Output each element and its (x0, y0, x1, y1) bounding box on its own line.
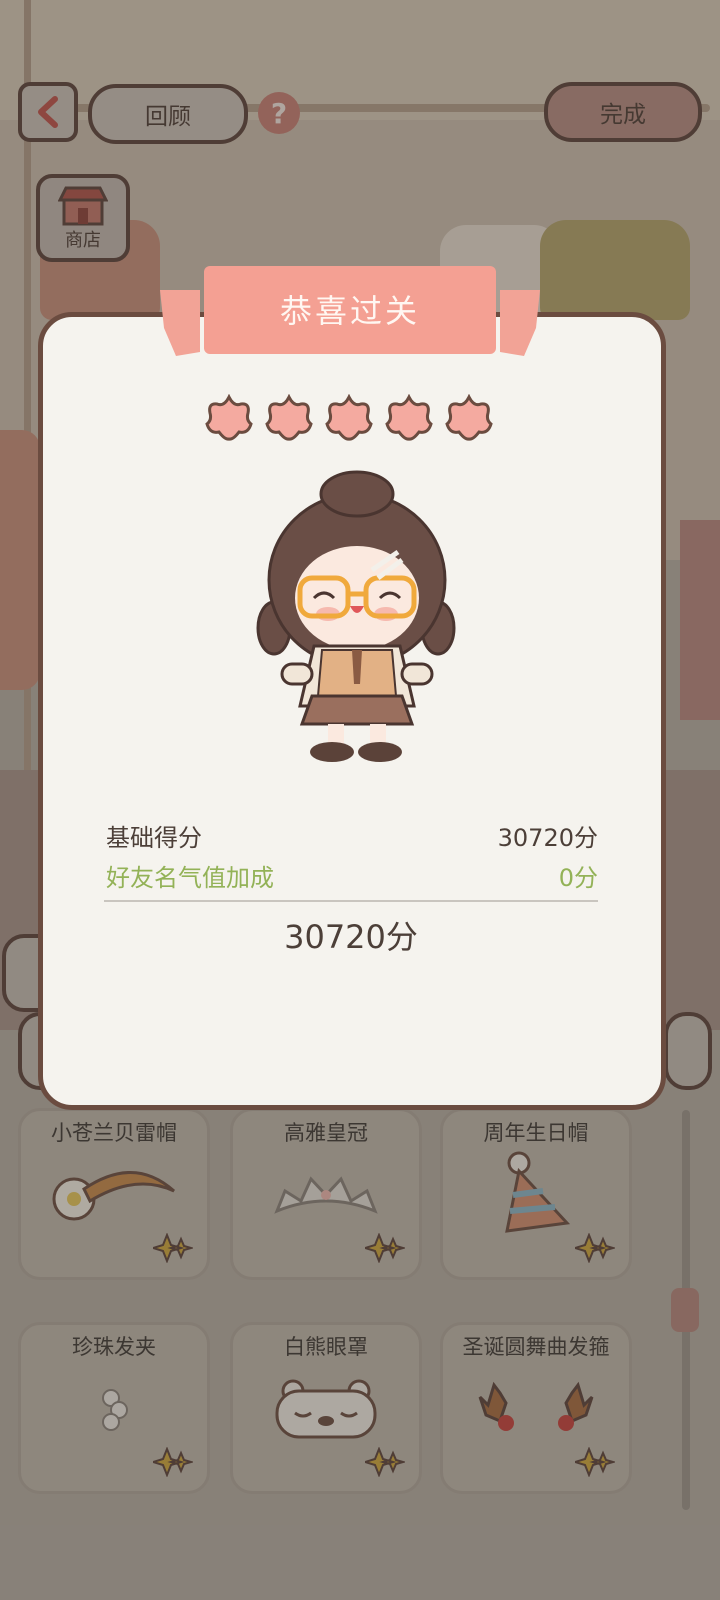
base-score-value: 30720分 (497, 824, 598, 852)
base-score-label: 基础得分 (106, 824, 202, 852)
star-icon (385, 394, 433, 441)
bonus-score-row: 好友名气值加成 0分 (106, 858, 598, 893)
total-score: 30720分 (284, 918, 418, 956)
character-avatar (256, 470, 456, 762)
star-icon (265, 394, 313, 441)
base-score-row: 基础得分 30720分 (106, 818, 598, 853)
star-rating (204, 394, 494, 442)
star-icon (325, 394, 373, 441)
score-divider (104, 900, 598, 902)
dialog-title: 恭喜过关 (279, 292, 420, 330)
bonus-score-label: 好友名气值加成 (106, 864, 274, 892)
bonus-score-value: 0分 (558, 864, 598, 892)
star-icon (445, 394, 493, 441)
star-icon (205, 394, 253, 441)
